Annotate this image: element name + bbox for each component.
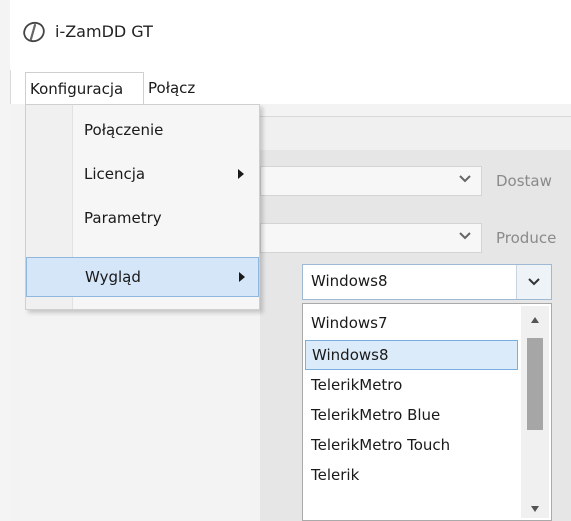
background-combo-2[interactable]: [260, 223, 482, 253]
chevron-down-icon: [528, 278, 540, 286]
background-label-1: Dostaw: [496, 172, 552, 190]
list-scrollbar[interactable]: [521, 306, 549, 518]
theme-option-telerikmetro-blue[interactable]: TelerikMetro Blue: [305, 400, 518, 430]
app-logo-icon: [23, 21, 45, 43]
combobox-dropdown-button[interactable]: [516, 265, 551, 299]
menu-item-wyglad[interactable]: Wygląd: [26, 257, 259, 297]
title-bar: i-ZamDD GT: [10, 0, 571, 70]
menu-item-parametry[interactable]: Parametry: [26, 199, 259, 239]
submenu-arrow-icon: [239, 272, 245, 282]
theme-option-windows8[interactable]: Windows8: [305, 340, 518, 370]
menu-item-label: Parametry: [84, 209, 162, 227]
scrollbar-thumb[interactable]: [527, 338, 543, 430]
theme-option-telerikmetro-touch[interactable]: TelerikMetro Touch: [305, 430, 518, 460]
window-title: i-ZamDD GT: [55, 22, 153, 41]
scroll-up-arrow-icon[interactable]: [531, 317, 539, 323]
menu-item-label: Wygląd: [85, 268, 141, 286]
toolbar-strip: [260, 116, 571, 152]
chevron-down-icon: [459, 175, 471, 183]
menu-item-licencja[interactable]: Licencja: [26, 155, 259, 195]
theme-combobox-value: Windows8: [311, 272, 388, 290]
submenu-arrow-icon: [238, 169, 244, 179]
theme-option-telerikmetro[interactable]: TelerikMetro: [305, 370, 518, 400]
background-combo-1[interactable]: [260, 166, 482, 196]
menu-item-label: Połączenie: [84, 121, 164, 139]
menu-item-label: Licencja: [84, 165, 146, 183]
theme-option-windows7[interactable]: Windows7: [305, 308, 518, 338]
background-label-2: Produce: [496, 229, 557, 247]
theme-options-list: Windows7 Windows8 TelerikMetro TelerikMe…: [302, 303, 552, 521]
menu-polacz[interactable]: Połącz: [144, 72, 199, 104]
menu-konfiguracja[interactable]: Konfiguracja: [25, 72, 144, 104]
theme-combobox[interactable]: Windows8: [302, 264, 552, 300]
theme-option-telerik[interactable]: Telerik: [305, 460, 518, 490]
scroll-down-arrow-icon[interactable]: [531, 506, 539, 512]
chevron-down-icon: [459, 232, 471, 240]
menu-bar: Konfiguracja Połącz: [25, 72, 571, 104]
menu-item-polaczenie[interactable]: Połączenie: [26, 111, 259, 151]
konfiguracja-dropdown-menu: Połączenie Licencja Parametry Wygląd: [25, 104, 260, 310]
